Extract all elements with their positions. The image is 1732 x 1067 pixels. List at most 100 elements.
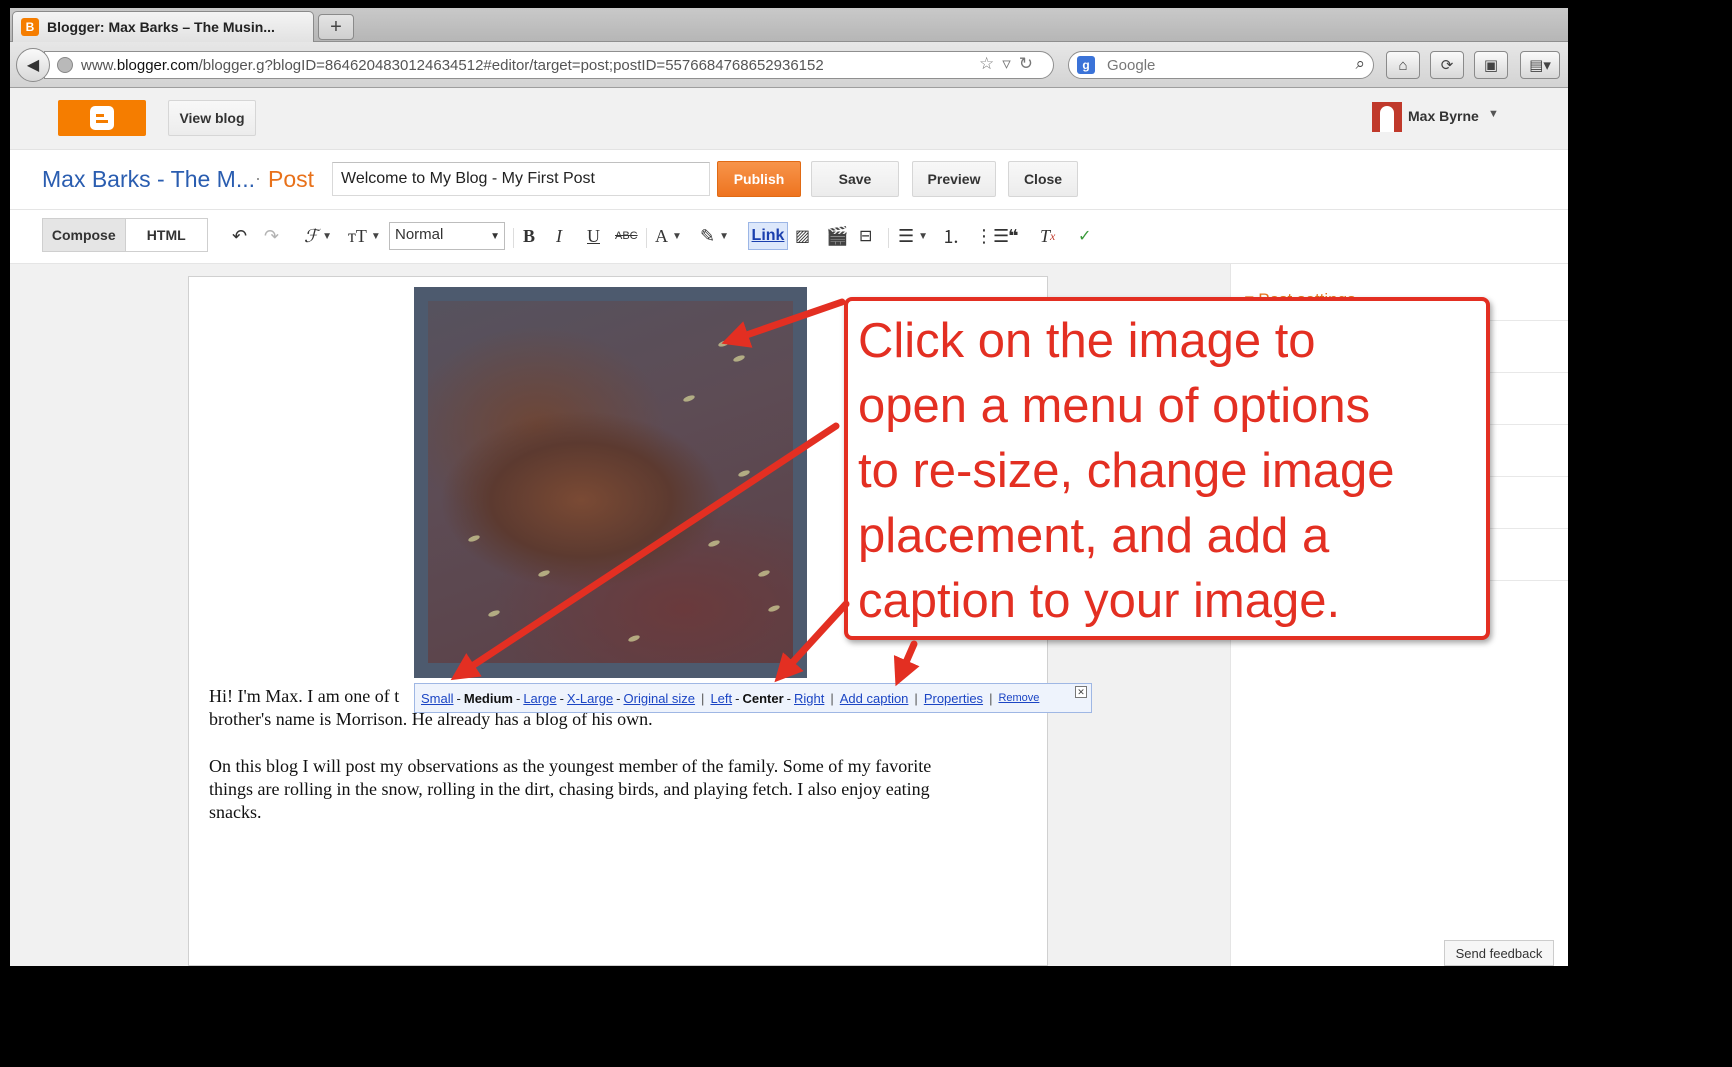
url-domain: blogger.com <box>116 56 199 74</box>
annotation-line: open a menu of options <box>858 379 1371 433</box>
spellcheck-icon[interactable]: ✓ <box>1078 224 1091 248</box>
insert-jump-break-icon[interactable]: ⊟ <box>859 224 872 248</box>
italic-icon[interactable]: I <box>556 224 562 248</box>
mode-toggle: Compose HTML <box>42 218 208 252</box>
preview-button[interactable]: Preview <box>912 161 996 197</box>
compose-tab[interactable]: Compose <box>43 219 126 251</box>
size-xlarge-link[interactable]: X-Large <box>567 691 613 706</box>
strikethrough-icon[interactable]: ABC <box>615 224 638 248</box>
search-bar[interactable]: g Google ⌕ <box>1068 51 1374 79</box>
annotation-line: placement, and add a <box>858 509 1330 563</box>
view-blog-button[interactable]: View blog <box>168 100 256 136</box>
navigation-bar: www. blogger.com/blogger.g?blogID=8646204… <box>10 42 1568 88</box>
font-size-icon[interactable]: тT ▼ <box>348 224 381 248</box>
redo-icon[interactable]: ↷ <box>264 224 279 248</box>
screenshot-button[interactable]: ▣ <box>1474 51 1508 79</box>
annotation-line: caption to your image. <box>858 574 1341 628</box>
back-arrow-icon: ◀ <box>26 57 40 74</box>
remove-link[interactable]: Remove <box>998 692 1039 704</box>
google-icon: g <box>1077 56 1095 74</box>
close-button[interactable]: Close <box>1008 161 1078 197</box>
underline-icon[interactable]: U <box>587 224 600 248</box>
blogger-logo-button[interactable] <box>58 100 146 136</box>
photo-detail <box>537 569 551 578</box>
save-button[interactable]: Save <box>811 161 899 197</box>
blog-title[interactable]: Max Barks - The M... <box>42 166 255 193</box>
blogger-logo-icon <box>90 106 114 130</box>
toolbar-divider <box>646 228 647 248</box>
new-tab-button[interactable]: + <box>318 14 354 40</box>
photo-detail <box>487 609 501 618</box>
add-caption-link[interactable]: Add caption <box>840 691 909 706</box>
globe-icon <box>57 57 73 73</box>
separator: | <box>989 690 993 706</box>
bold-icon[interactable]: B <box>523 224 535 248</box>
bookmarks-menu-button[interactable]: ▤▾ <box>1520 51 1560 79</box>
photo-detail <box>732 354 746 363</box>
sync-button[interactable]: ⟳ <box>1430 51 1464 79</box>
dog-photo <box>428 301 793 663</box>
paragraph-line: Hi! I'm Max. I am one of t <box>209 686 400 706</box>
photo-detail <box>757 569 771 578</box>
browser-tab[interactable]: B Blogger: Max Barks – The Musin... <box>12 11 314 42</box>
bookmark-star-icon[interactable]: ☆▿↻ <box>979 54 1041 74</box>
breadcrumb-separator: · <box>255 168 261 188</box>
align-left-link[interactable]: Left <box>710 691 732 706</box>
undo-icon[interactable]: ↶ <box>232 224 247 248</box>
bulleted-list-icon[interactable]: ⋮☰ <box>975 224 1009 248</box>
chevron-down-icon[interactable]: ▼ <box>1488 108 1499 120</box>
highlight-color-icon[interactable]: ✎ ▼ <box>700 224 729 248</box>
format-select-value: Normal <box>395 226 444 243</box>
tab-strip: B Blogger: Max Barks – The Musin... + <box>10 8 1568 42</box>
close-icon[interactable]: ✕ <box>1075 686 1087 698</box>
post-title-input[interactable] <box>332 162 710 196</box>
separator: | <box>914 690 918 706</box>
editor-toolbar: Compose HTML ↶ ↷ ℱ ▼ тT ▼ Normal ▼ B I U A… <box>10 210 1568 264</box>
font-family-icon[interactable]: ℱ ▼ <box>304 224 332 248</box>
browser-window: B Blogger: Max Barks – The Musin... + ww… <box>10 8 1568 966</box>
dash: - <box>786 690 791 706</box>
send-feedback-button[interactable]: Send feedback <box>1444 940 1554 966</box>
post-title-row: Max Barks - The M... · Post Publish Save… <box>10 150 1568 210</box>
user-name[interactable]: Max Byrne <box>1408 108 1479 124</box>
paragraph-line: things are rolling in the snow, rolling … <box>209 779 930 799</box>
back-button[interactable]: ◀ <box>16 48 50 82</box>
align-right-link[interactable]: Right <box>794 691 824 706</box>
align-icon[interactable]: ☰ ▼ <box>898 224 928 248</box>
toolbar-divider <box>513 228 514 248</box>
publish-button[interactable]: Publish <box>717 161 801 197</box>
properties-link[interactable]: Properties <box>924 691 983 706</box>
align-center-label: Center <box>742 690 784 706</box>
insert-video-icon[interactable]: 🎬 <box>826 224 848 248</box>
address-bar[interactable]: www. blogger.com/blogger.g?blogID=8646204… <box>44 51 1054 79</box>
link-button[interactable]: Link <box>748 222 788 250</box>
insert-image-icon[interactable]: ▨ <box>795 224 810 248</box>
dash: - <box>735 690 740 706</box>
screenshot-icon: ▣ <box>1483 57 1499 74</box>
quote-icon[interactable]: ❝ <box>1008 224 1019 248</box>
dash: - <box>559 690 564 706</box>
remove-formatting-icon[interactable]: Tx <box>1040 224 1055 248</box>
post-image[interactable] <box>414 287 807 678</box>
dash: - <box>616 690 621 706</box>
annotation-line: to re-size, change image <box>858 444 1395 498</box>
text-color-icon[interactable]: A ▼ <box>655 224 682 248</box>
size-small-link[interactable]: Small <box>421 691 454 706</box>
url-path: /blogger.g?blogID=8646204830124634512#ed… <box>198 56 824 74</box>
numbered-list-icon[interactable]: ⒈ <box>942 224 960 248</box>
home-button[interactable]: ⌂ <box>1386 51 1420 79</box>
avatar[interactable] <box>1372 102 1402 132</box>
tab-title: Blogger: Max Barks – The Musin... <box>47 19 275 35</box>
home-icon: ⌂ <box>1398 56 1408 74</box>
photo-detail <box>737 469 751 478</box>
select-arrow-icon: ▼ <box>490 231 500 242</box>
size-large-link[interactable]: Large <box>523 691 556 706</box>
html-tab[interactable]: HTML <box>125 219 207 251</box>
separator: | <box>830 690 834 706</box>
search-icon[interactable]: ⌕ <box>1355 54 1365 74</box>
separator: | <box>701 690 705 706</box>
photo-detail <box>707 539 721 548</box>
format-select[interactable]: Normal ▼ <box>389 222 505 250</box>
photo-detail <box>717 339 731 348</box>
size-original-link[interactable]: Original size <box>624 691 696 706</box>
